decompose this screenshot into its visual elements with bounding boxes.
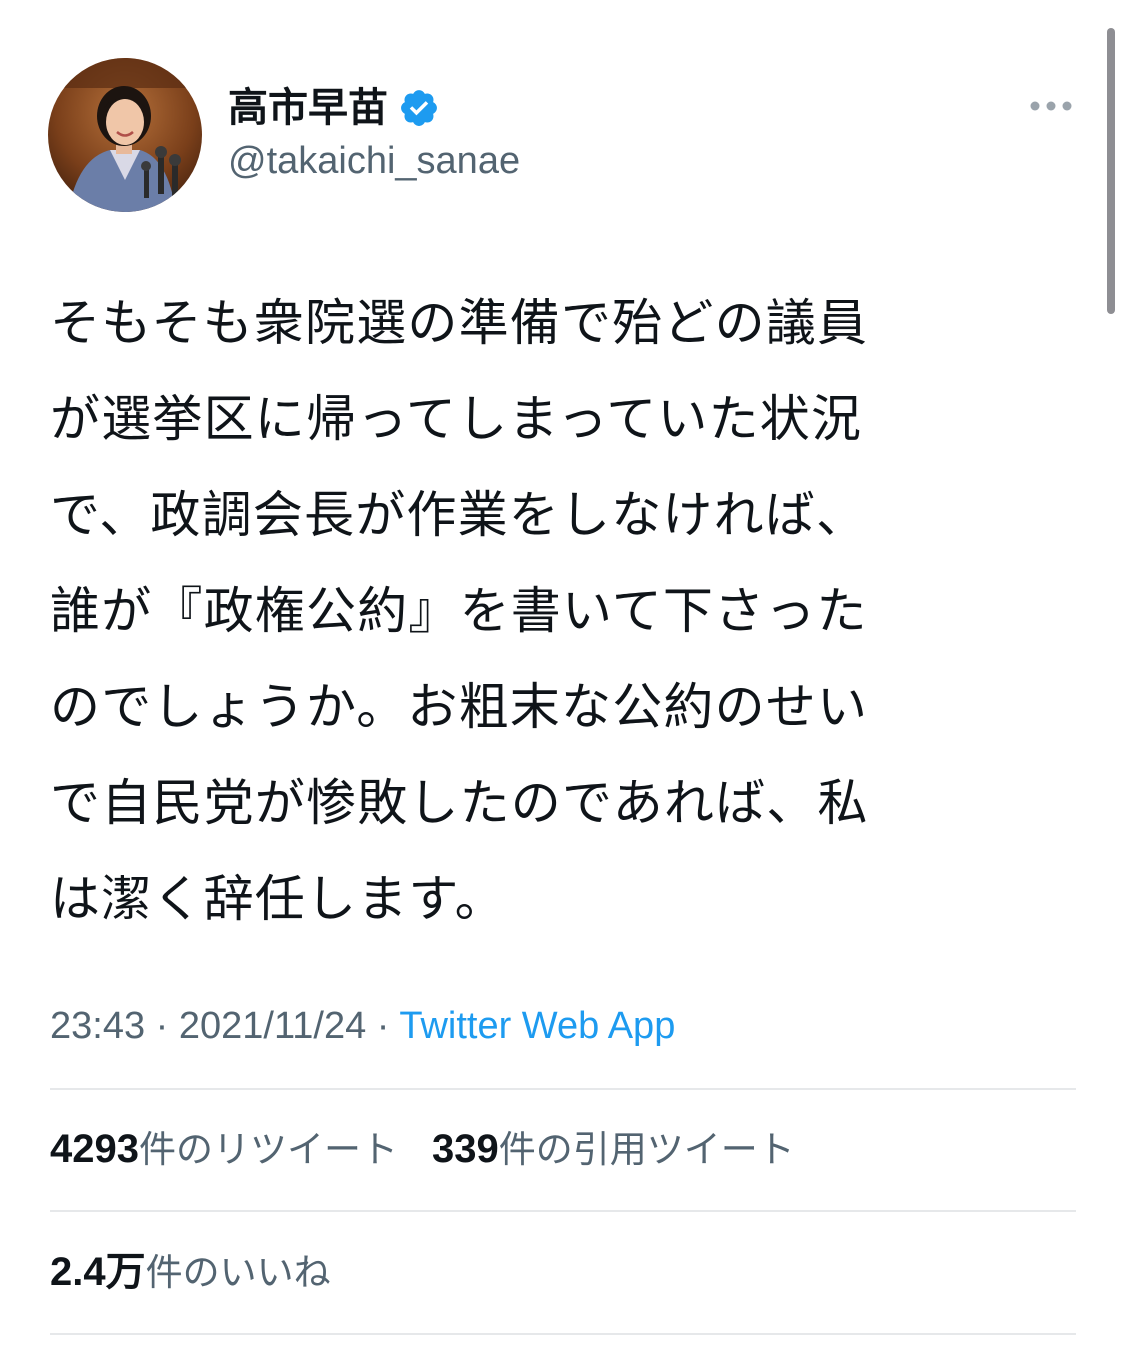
divider — [50, 1088, 1076, 1090]
author-handle[interactable]: @takaichi_sanae — [228, 136, 520, 186]
scrollbar[interactable] — [1107, 28, 1115, 314]
retweet-stats-row: 4293件のリツイート 339件の引用ツイート — [50, 1123, 795, 1176]
more-options-icon[interactable] — [1027, 92, 1075, 120]
likes-stats-row: 2.4万件のいいね — [50, 1246, 331, 1299]
likes-label: 件のいいね — [145, 1251, 331, 1294]
retweets-link[interactable]: 4293件のリツイート — [50, 1127, 398, 1171]
retweets-label: 件のリツイート — [138, 1128, 398, 1171]
likes-link[interactable]: 2.4万件のいいね — [50, 1250, 331, 1294]
meta-separator: · — [366, 1005, 400, 1047]
tweet-time[interactable]: 23:43 — [50, 1005, 145, 1047]
quotes-link[interactable]: 339件の引用ツイート — [432, 1127, 795, 1171]
tweet-source-link[interactable]: Twitter Web App — [399, 1005, 675, 1047]
tweet-date[interactable]: 2021/11/24 — [179, 1005, 366, 1047]
divider — [50, 1210, 1076, 1212]
avatar[interactable] — [48, 58, 202, 212]
avatar-image — [48, 58, 202, 212]
quotes-label: 件の引用ツイート — [498, 1128, 795, 1171]
verified-badge-icon — [398, 87, 440, 129]
divider — [50, 1333, 1076, 1335]
meta-separator: · — [145, 1005, 179, 1047]
likes-count: 2.4万 — [50, 1250, 146, 1294]
author-display-name[interactable]: 高市早苗 — [228, 80, 388, 136]
tweet-text: そもそも衆院選の準備で殆どの議員 が選挙区に帰ってしまっていた状況 で、政調会長… — [50, 294, 869, 928]
author-name-row[interactable]: 高市早苗 — [228, 80, 440, 136]
tweet-meta: 23:43 · 2021/11/24 · Twitter Web App — [50, 1000, 675, 1052]
retweets-count: 4293 — [50, 1127, 139, 1171]
quotes-count: 339 — [431, 1127, 499, 1171]
